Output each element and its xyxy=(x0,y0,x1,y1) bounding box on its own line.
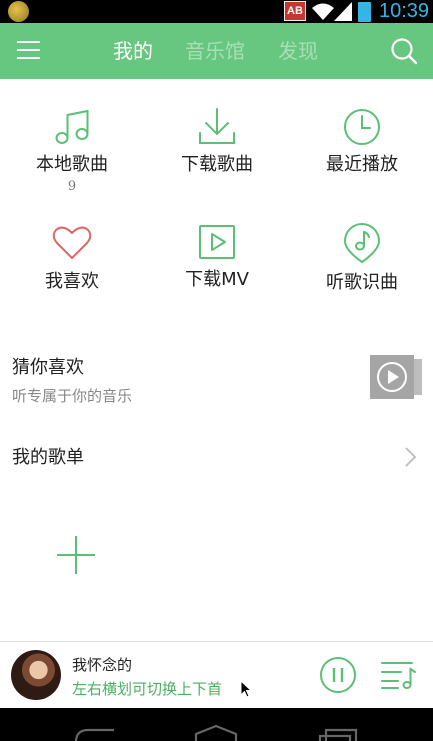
grid-downloaded-mv[interactable]: 下载MV xyxy=(147,224,287,292)
grid-local-songs[interactable]: 本地歌曲 9 xyxy=(2,107,142,195)
status-bar: AB 10:39 xyxy=(0,0,433,23)
home-icon[interactable] xyxy=(194,724,238,741)
tab-music-hall[interactable]: 音乐馆 xyxy=(185,37,245,65)
grid-downloaded-songs[interactable]: 下载歌曲 xyxy=(147,107,287,177)
music-recognize-icon xyxy=(343,223,381,264)
chevron-right-icon xyxy=(405,447,417,467)
search-icon[interactable] xyxy=(390,37,418,65)
grid-label: 听歌识曲 xyxy=(326,272,398,293)
grid-label: 最近播放 xyxy=(326,154,398,175)
grid-label: 下载MV xyxy=(185,269,249,290)
tab-discover[interactable]: 发现 xyxy=(278,37,318,65)
back-icon[interactable] xyxy=(74,724,118,741)
guess-subtitle: 听专属于你的音乐 xyxy=(12,387,133,405)
grid-label: 我喜欢 xyxy=(45,271,99,292)
pause-button[interactable] xyxy=(319,656,357,694)
grid-label: 本地歌曲 xyxy=(36,154,108,175)
wifi-icon xyxy=(312,3,334,20)
guess-you-like[interactable]: 猜你喜欢 听专属于你的音乐 xyxy=(0,345,433,415)
ab-badge: AB xyxy=(284,1,306,21)
tab-mine[interactable]: 我的 xyxy=(113,37,153,65)
my-playlists-row[interactable]: 我的歌单 xyxy=(0,437,433,477)
playlist-queue-icon[interactable] xyxy=(381,660,417,690)
grid-music-recognition[interactable]: 听歌识曲 xyxy=(292,222,432,295)
music-note-icon xyxy=(55,109,89,144)
grid-label: 下载歌曲 xyxy=(181,154,253,175)
recent-apps-icon[interactable] xyxy=(318,724,362,741)
clock-icon xyxy=(344,109,380,145)
grid-recently-played[interactable]: 最近播放 xyxy=(292,107,432,177)
system-nav-bar xyxy=(0,708,433,741)
mini-player[interactable]: 我怀念的 左右横划可切换上下首 xyxy=(0,641,433,708)
app-header: 我的 音乐馆 发现 xyxy=(0,23,433,79)
grid-favorites[interactable]: 我喜欢 xyxy=(2,225,142,294)
app-icon xyxy=(8,1,29,22)
song-count: 9 xyxy=(67,179,77,194)
clock: 10:39 xyxy=(379,0,430,22)
add-playlist-button[interactable] xyxy=(56,535,96,575)
guess-title: 猜你喜欢 xyxy=(12,357,84,378)
battery-icon xyxy=(358,2,371,22)
guess-cover[interactable] xyxy=(370,355,422,399)
play-circle-icon xyxy=(377,362,407,392)
download-icon xyxy=(199,108,235,144)
album-art[interactable] xyxy=(11,650,61,700)
video-play-icon xyxy=(199,225,235,259)
song-title: 我怀念的 xyxy=(72,656,133,674)
mouse-cursor-icon xyxy=(240,680,252,698)
swipe-hint: 左右横划可切换上下首 xyxy=(72,680,223,698)
playlists-title: 我的歌单 xyxy=(12,447,84,468)
signal-icon xyxy=(334,2,352,21)
heart-icon xyxy=(52,226,92,259)
header-tabs: 我的 音乐馆 发现 xyxy=(0,23,433,79)
